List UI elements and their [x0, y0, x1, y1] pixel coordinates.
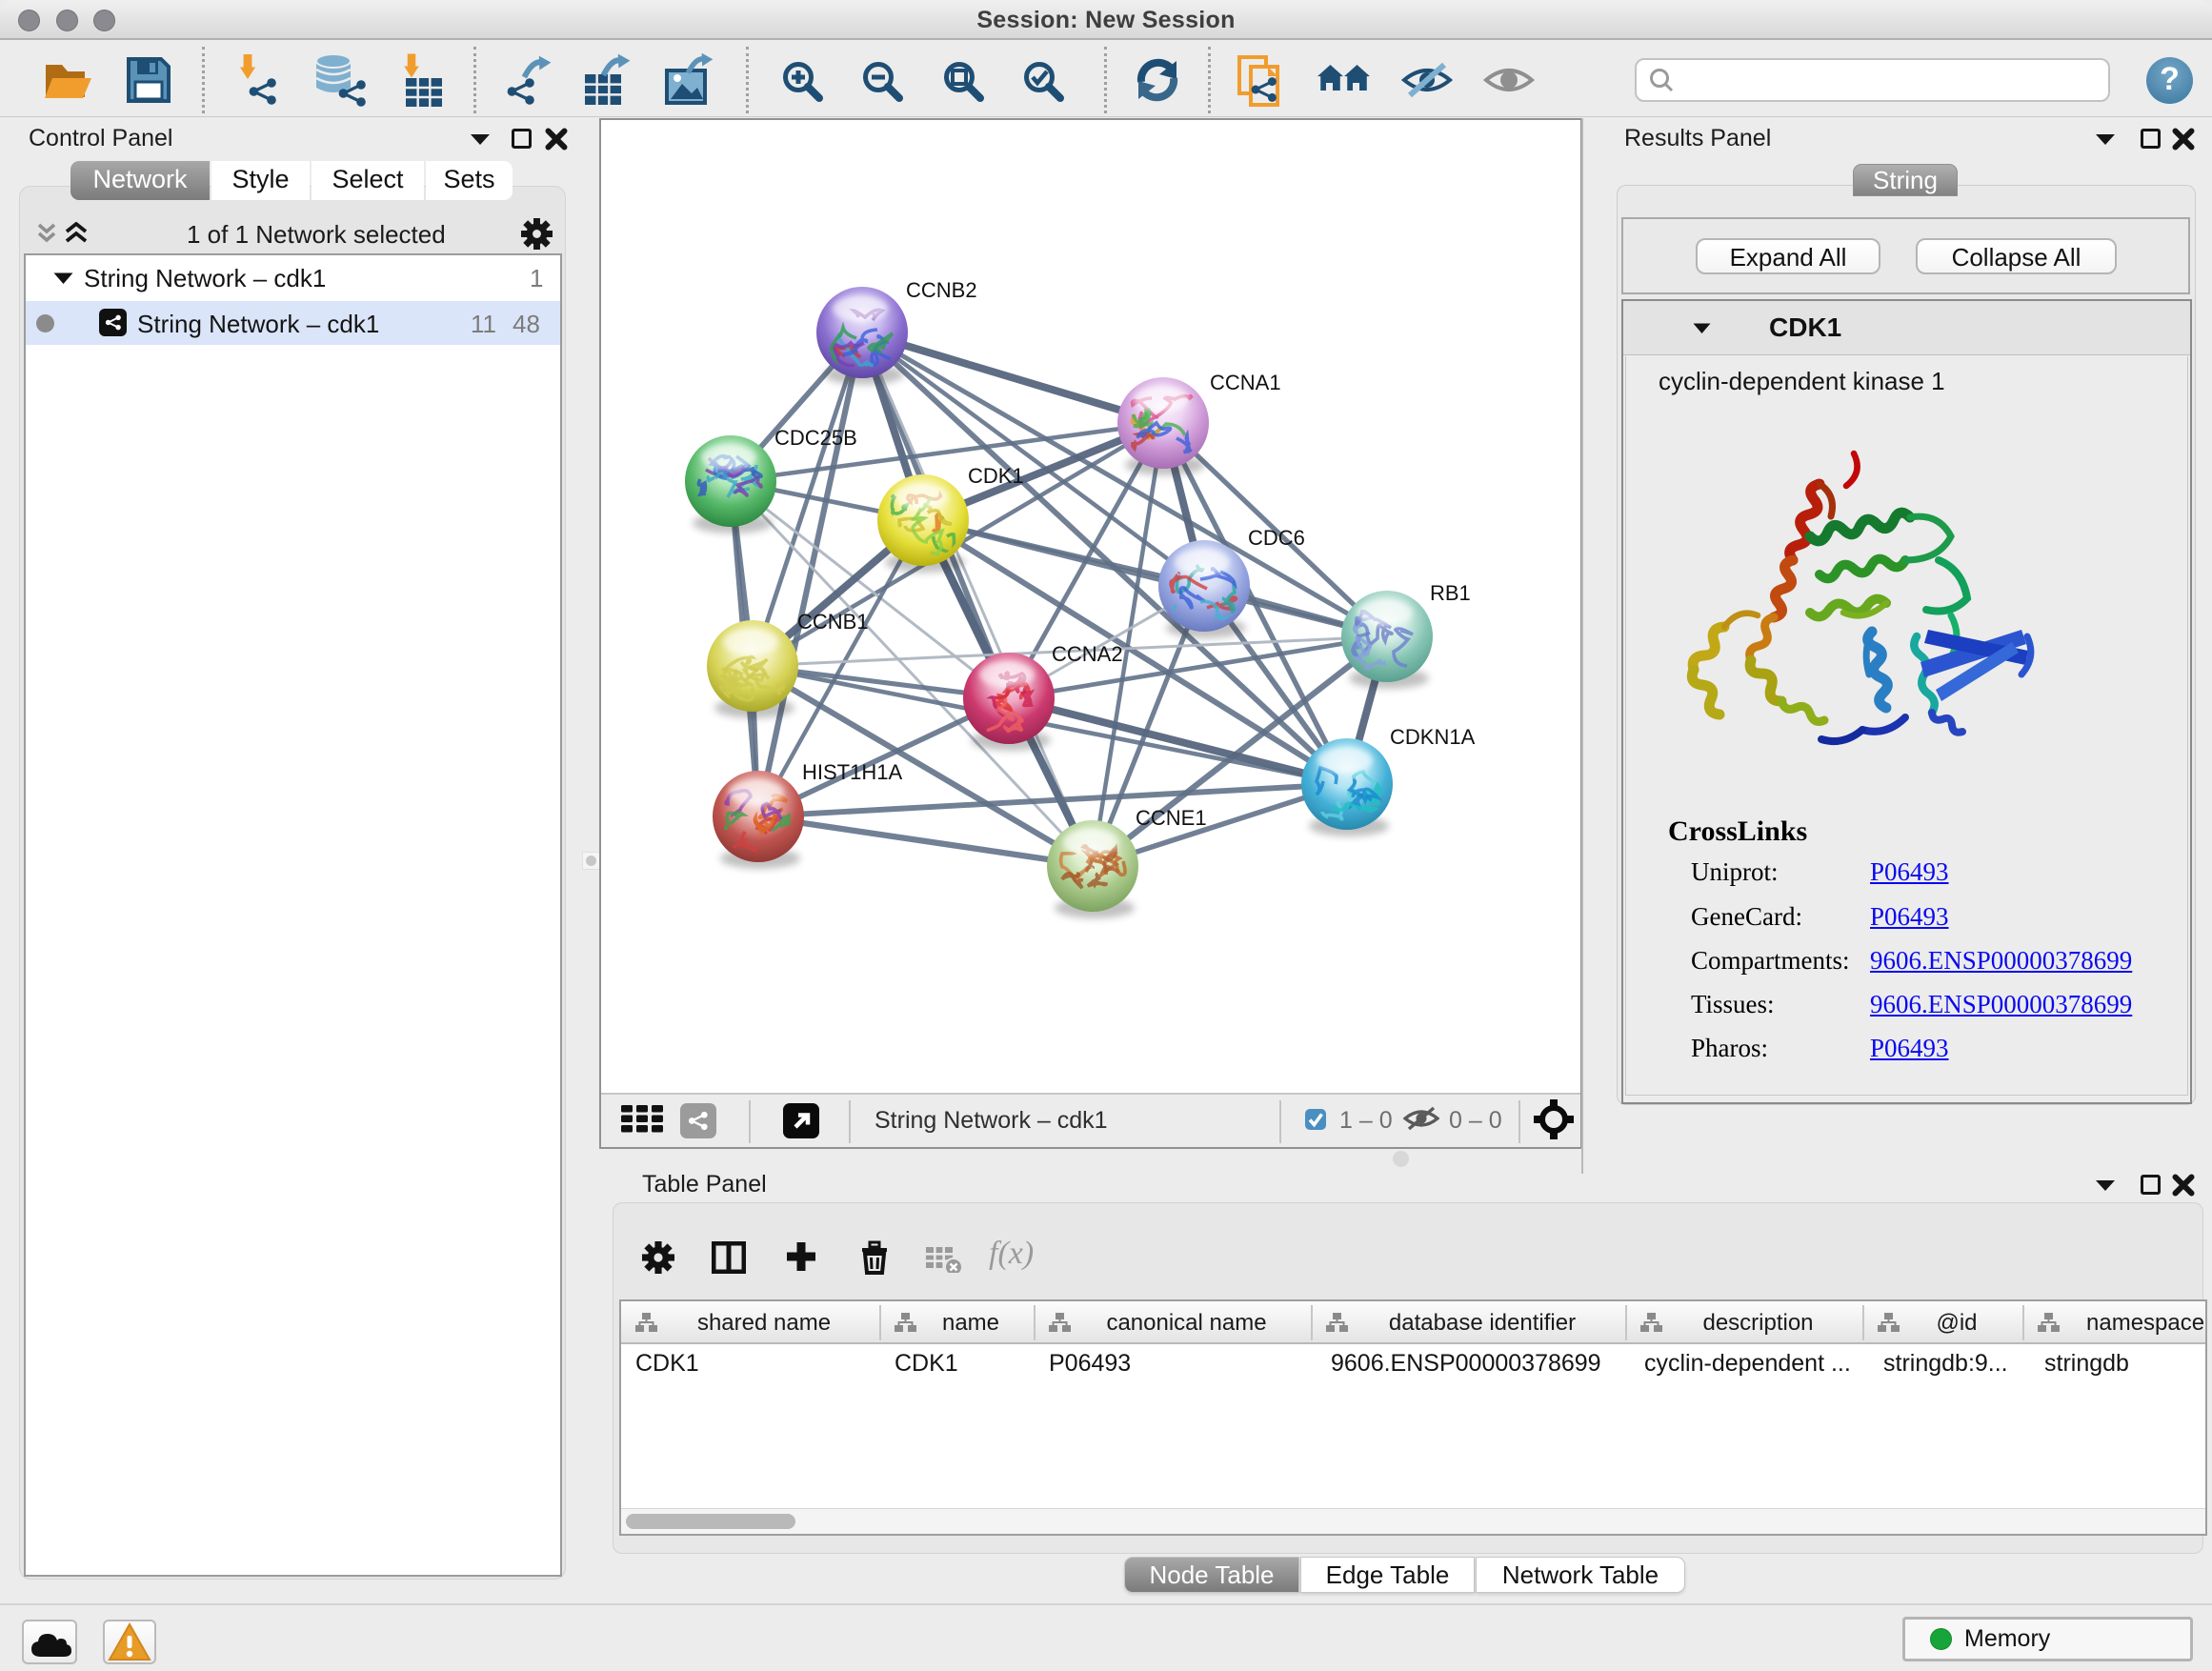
- svg-text:CDC6: CDC6: [1248, 526, 1305, 550]
- svg-text:CDC25B: CDC25B: [774, 426, 857, 450]
- svg-text:HIST1H1A: HIST1H1A: [802, 760, 902, 784]
- svg-text:RB1: RB1: [1430, 581, 1471, 605]
- svg-text:CCNA1: CCNA1: [1210, 371, 1281, 394]
- svg-text:CCNB2: CCNB2: [906, 278, 977, 302]
- svg-text:CCNE1: CCNE1: [1136, 806, 1207, 830]
- svg-text:CDK1: CDK1: [968, 464, 1024, 488]
- svg-text:CCNB1: CCNB1: [797, 610, 869, 634]
- svg-text:CDKN1A: CDKN1A: [1390, 725, 1476, 749]
- svg-text:CCNA2: CCNA2: [1052, 642, 1123, 666]
